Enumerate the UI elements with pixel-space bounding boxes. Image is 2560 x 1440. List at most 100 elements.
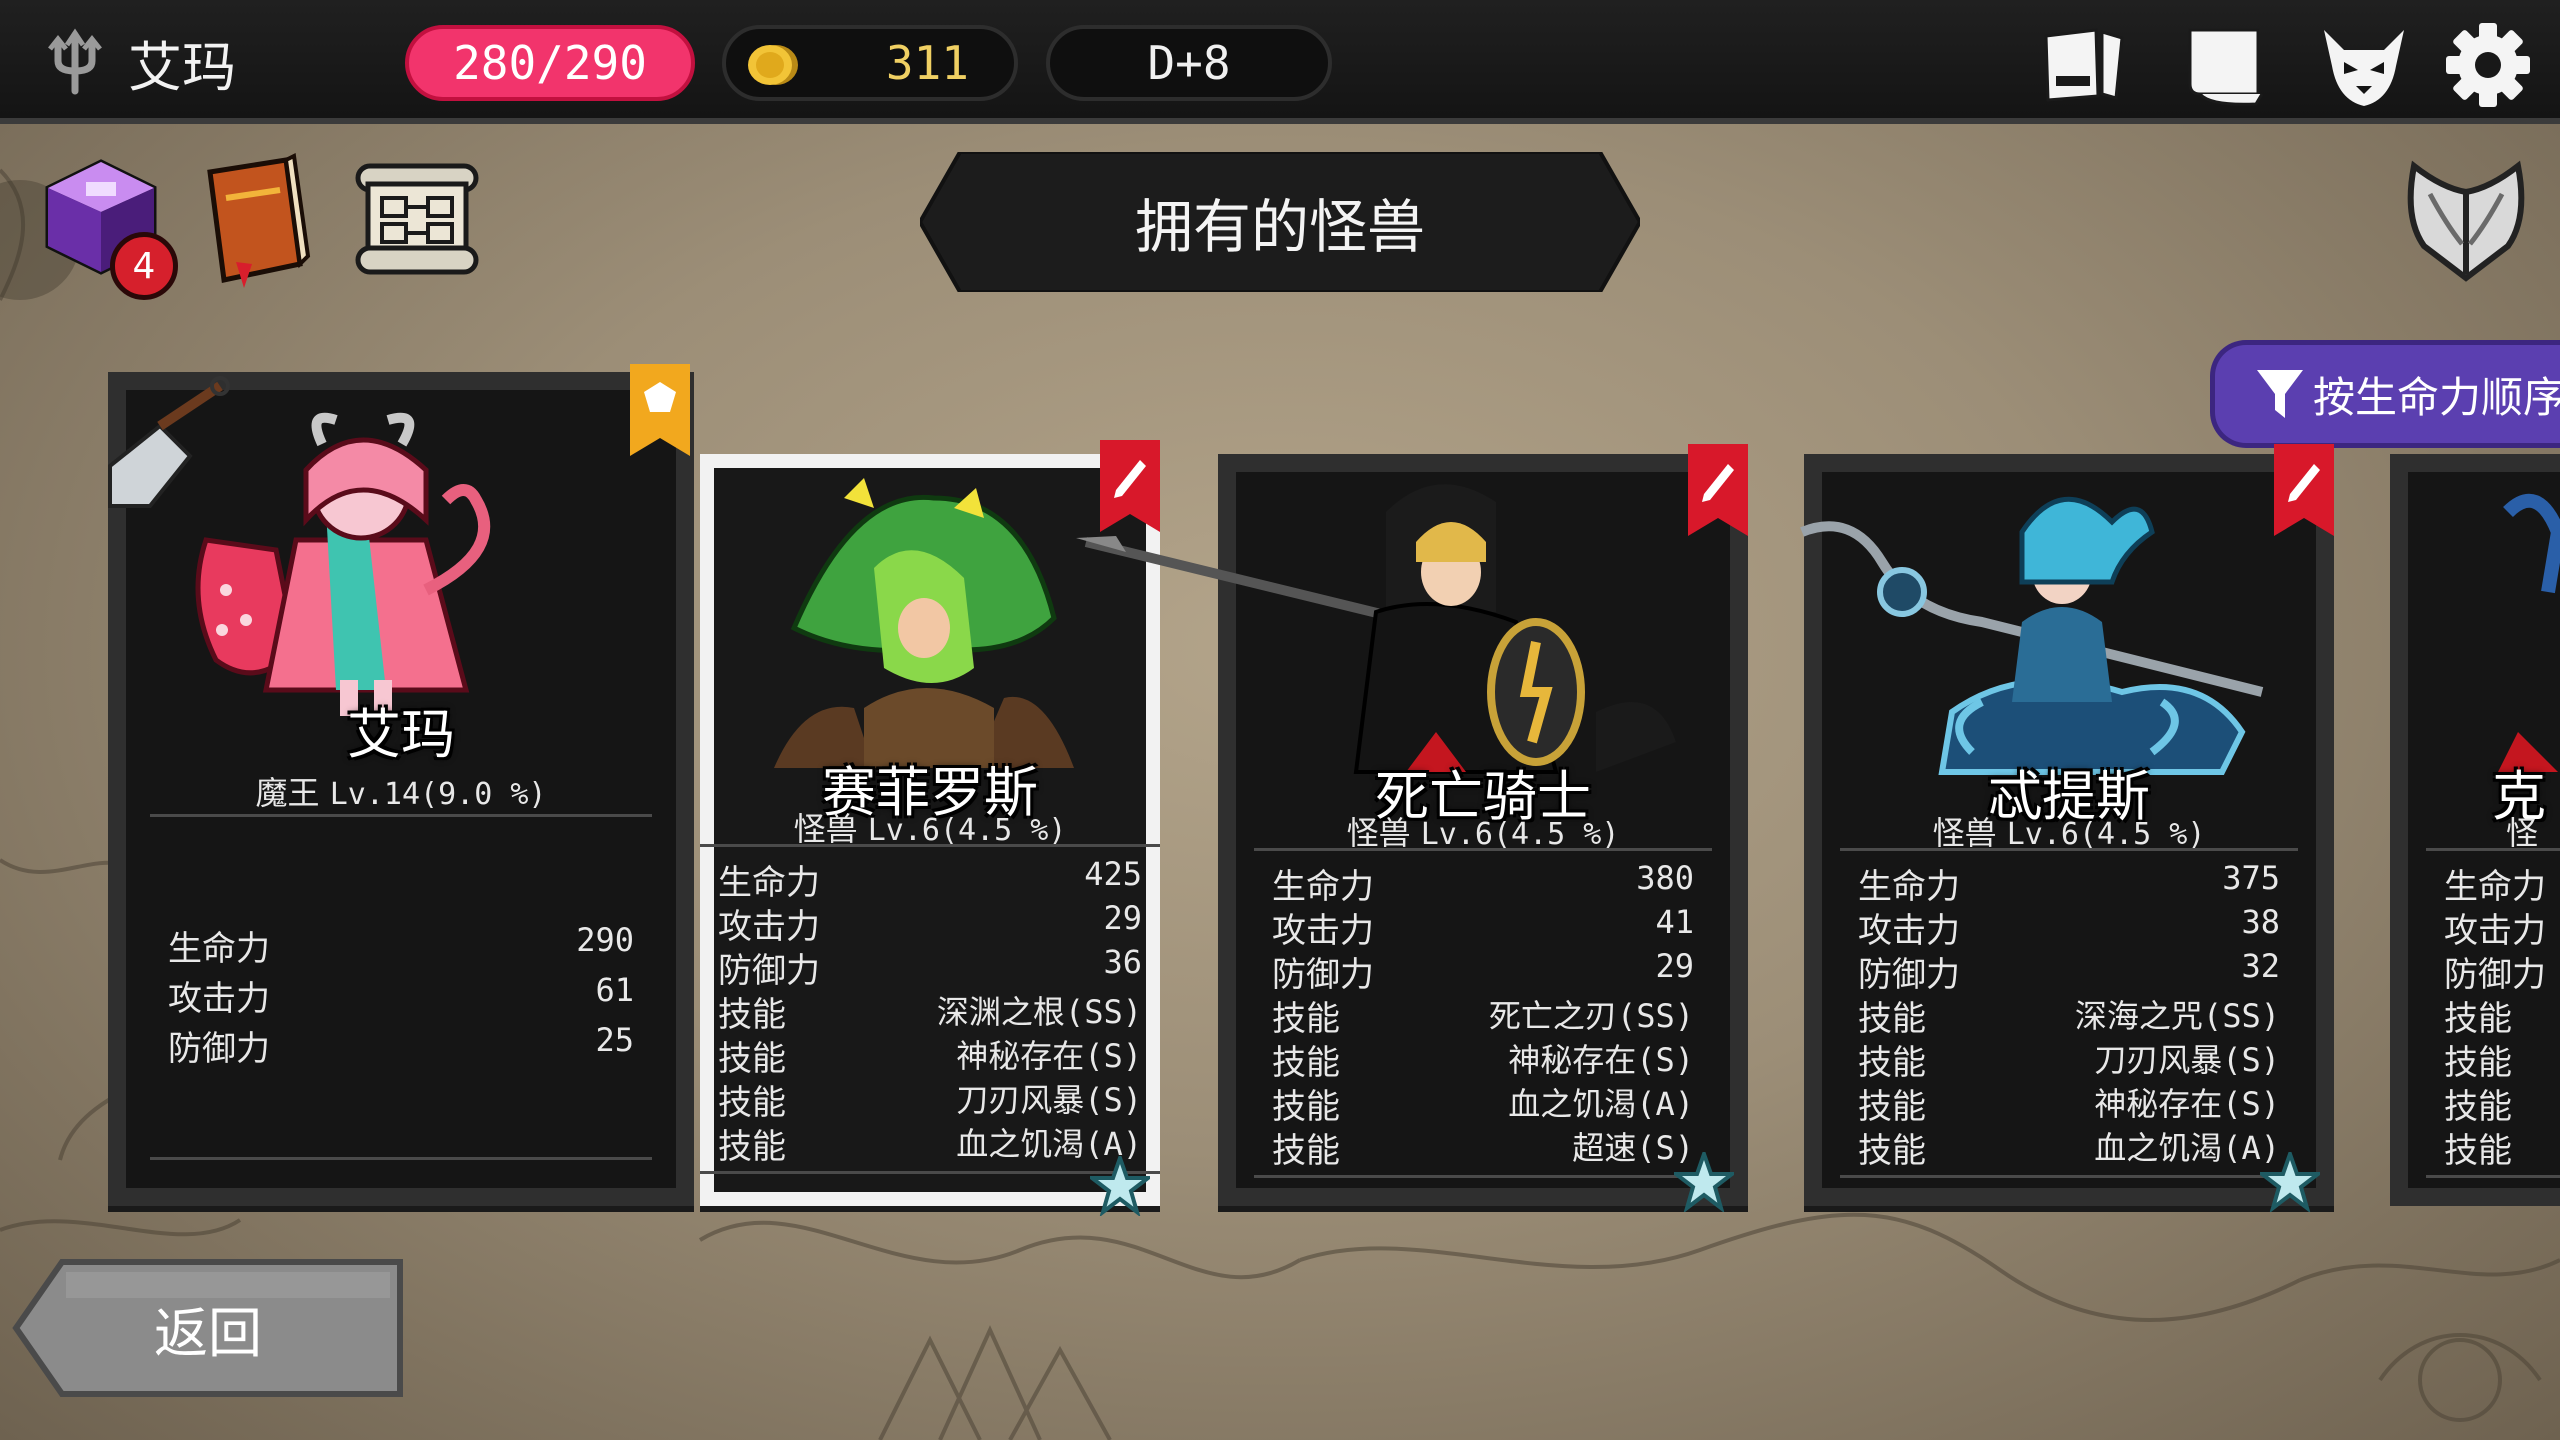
stat-label: 技能: [718, 1039, 786, 1079]
edit-ribbon-icon[interactable]: [2274, 444, 2334, 536]
edit-ribbon-icon[interactable]: [1100, 440, 1160, 532]
star-icon: [2260, 1152, 2320, 1212]
stat-label: 防御力: [1272, 955, 1374, 995]
sort-button[interactable]: 按生命力顺序: [2210, 340, 2560, 448]
stat-label: 防御力: [1858, 955, 1960, 995]
stat-value: 290: [576, 921, 634, 959]
stat-label: 生命力: [168, 929, 270, 969]
stat-row: 防御力 32: [1840, 947, 2298, 996]
player-info: 艾玛: [40, 22, 236, 102]
stat-panel: 生命力 375 攻击力 38 防御力 32 技能 深海之咒(SS) 技能 刀刃风暴(S) …: [1840, 848, 2298, 1178]
stat-row: 攻击力 38: [1840, 903, 2298, 952]
stat-value: 血之饥渴(A): [1508, 1085, 1694, 1123]
stat-row: 技能: [2426, 1079, 2560, 1128]
stat-row: 防御力 29: [1254, 947, 1712, 996]
back-button[interactable]: 返回: [12, 1258, 404, 1398]
sword-icon: [108, 376, 230, 508]
edit-ribbon-icon[interactable]: [1688, 444, 1748, 536]
stat-label: 技能: [718, 995, 786, 1035]
monster-portrait-thetis: [1800, 496, 2264, 775]
stat-label: 攻击力: [1272, 911, 1374, 951]
monster-type: 怪兽: [1932, 814, 1997, 852]
stat-label: 防御力: [718, 951, 820, 991]
stat-label: 技能: [1272, 1131, 1340, 1171]
stat-value: 41: [1655, 903, 1694, 941]
stat-row: 防御力: [2426, 947, 2560, 996]
stat-value: 深海之咒(SS): [2074, 997, 2280, 1035]
page-title: 拥有的怪兽: [1134, 193, 1425, 261]
gold-amount: 311: [885, 36, 969, 90]
monster-type: 魔王: [255, 774, 320, 812]
monster-list-screen: 艾玛 280/290 311 D+8 4 拥有的怪兽 按生命力顺序 艾玛 魔王 …: [0, 0, 2560, 1440]
stat-row: 技能 深渊之根(SS): [700, 987, 1160, 1036]
winged-emblem-icon[interactable]: [2396, 148, 2536, 288]
monster-card-death-knight[interactable]: 死亡骑士 怪兽 Lv.6(4.5 %) 生命力 380 攻击力 41 防御力 29 技…: [1076, 444, 1748, 1212]
monster-type: 怪兽: [1346, 814, 1411, 852]
stat-label: 技能: [2444, 999, 2512, 1039]
demon-mask-icon[interactable]: [2316, 20, 2412, 110]
scroll-icon[interactable]: [2176, 20, 2272, 110]
stat-label: 生命力: [718, 863, 820, 903]
stat-panel: 生命力 攻击力 防御力 技能 技能 技能 技能: [2426, 848, 2560, 1178]
stat-value: 25: [595, 1021, 634, 1059]
stat-label: 技能: [2444, 1043, 2512, 1083]
monster-card-sephiroth[interactable]: 赛菲罗斯 怪兽 Lv.6(4.5 %) 生命力 425 攻击力 29 防御力 36 技…: [700, 440, 1160, 1216]
stat-row: 生命力: [2426, 859, 2560, 908]
monster-level: Lv.6(4.5 %): [1420, 817, 1620, 852]
stat-row: 技能 死亡之刃(SS): [1254, 991, 1712, 1040]
stat-row: 技能 神秘存在(S): [1840, 1079, 2298, 1128]
stat-row-attack: 攻击力 61: [150, 971, 652, 1020]
spellbook-icon[interactable]: [196, 152, 316, 292]
stat-row: 技能 神秘存在(S): [1254, 1035, 1712, 1084]
monster-type-level: 魔王 Lv.14(9.0 %): [126, 768, 676, 814]
day-counter: D+8: [1046, 25, 1332, 101]
star-icon: [1090, 1156, 1150, 1216]
stat-label: 技能: [1858, 1043, 1926, 1083]
sort-button-label: 按生命力顺序: [2313, 372, 2560, 422]
stat-value: 神秘存在(S): [956, 1037, 1142, 1075]
stat-row: 生命力 375: [1840, 859, 2298, 908]
monster-portrait-sephiroth: [774, 478, 1074, 768]
monster-level: Lv.6(4.5 %): [2006, 817, 2206, 852]
stat-label: 攻击力: [718, 907, 820, 947]
stat-label: 技能: [2444, 1131, 2512, 1171]
codex-icon[interactable]: [2036, 20, 2132, 110]
stat-label: 技能: [1272, 1043, 1340, 1083]
lord-ribbon-icon: [630, 364, 690, 456]
stat-value: 36: [1103, 943, 1142, 981]
stat-row: 技能 深海之咒(SS): [1840, 991, 2298, 1040]
monster-card-thetis[interactable]: 忒提斯 怪兽 Lv.6(4.5 %) 生命力 375 攻击力 38 防御力 32 技能…: [1800, 444, 2334, 1212]
gear-icon[interactable]: [2440, 20, 2536, 110]
stat-value: 29: [1103, 899, 1142, 937]
stat-row: 技能 超速(S): [1254, 1123, 1712, 1172]
monster-card-lord[interactable]: 艾玛 魔王 Lv.14(9.0 %) 生命力 290 攻击力 61 防御力 25: [108, 364, 694, 1206]
stat-value: 死亡之刃(SS): [1488, 997, 1694, 1035]
stat-row: 技能 血之饥渴(A): [1254, 1079, 1712, 1128]
stat-value: 血之饥渴(A): [2094, 1129, 2280, 1167]
stat-value: 380: [1636, 859, 1694, 897]
stat-row: 技能: [2426, 1035, 2560, 1084]
stat-row: 技能 刀刃风暴(S): [700, 1075, 1160, 1124]
stat-label: 攻击力: [2444, 911, 2546, 951]
stat-row: 生命力 380: [1254, 859, 1712, 908]
monster-card-partial[interactable]: 克 怪 生命力 攻击力 防御力 技能 技能 技能 技能: [2390, 454, 2560, 1206]
monster-level: Lv.14(9.0 %): [329, 777, 547, 812]
stat-panel: 生命力 290 攻击力 61 防御力 25: [150, 814, 652, 1160]
stat-row: 攻击力 29: [700, 899, 1160, 948]
stat-row: 防御力 36: [700, 943, 1160, 992]
stat-row: 技能: [2426, 991, 2560, 1040]
stat-row-hp: 生命力 290: [150, 921, 652, 970]
stat-label: 生命力: [1272, 867, 1374, 907]
stat-label: 防御力: [168, 1029, 270, 1069]
stat-label: 技能: [1858, 1131, 1926, 1171]
stat-value: 刀刃风暴(S): [2094, 1041, 2280, 1079]
coin-icon: [748, 45, 798, 85]
map-scroll-icon[interactable]: [352, 158, 482, 278]
star-icon: [1674, 1152, 1734, 1212]
stat-row: 技能 神秘存在(S): [700, 1031, 1160, 1080]
stat-label: 技能: [1272, 999, 1340, 1039]
stat-label: 技能: [1858, 999, 1926, 1039]
top-bar: 艾玛 280/290 311 D+8: [0, 0, 2560, 124]
stat-label: 技能: [1858, 1087, 1926, 1127]
stat-value: 刀刃风暴(S): [956, 1081, 1142, 1119]
